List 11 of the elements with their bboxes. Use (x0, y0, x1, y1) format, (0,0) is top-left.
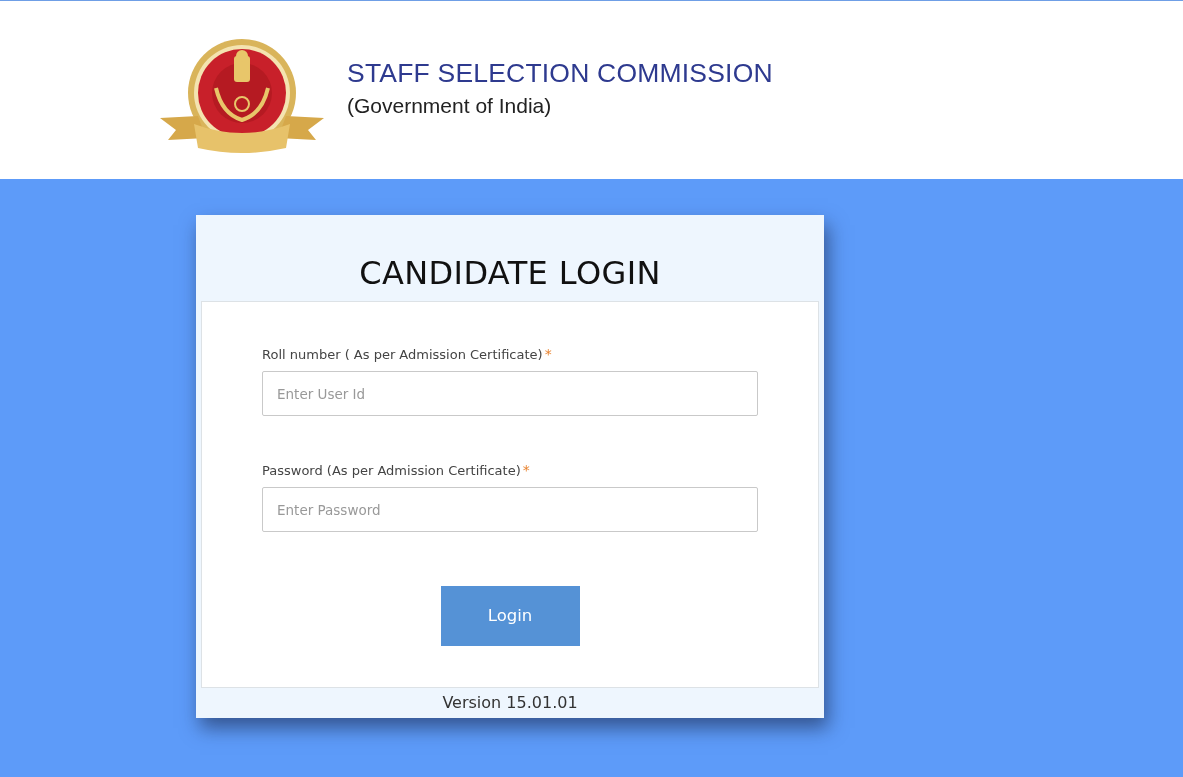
login-title: CANDIDATE LOGIN (358, 253, 662, 294)
input-field[interactable]: Enter Password (262, 487, 758, 532)
required-mark: * (544, 346, 552, 362)
required-mark: * (522, 462, 530, 478)
organization-title: STAFF SELECTION COMMISSION (347, 60, 773, 87)
input-field[interactable]: Enter User Id (262, 371, 758, 416)
login-button[interactable]: Login (440, 586, 580, 646)
organization-subtitle: (Government of India) (347, 94, 553, 116)
field-label: Password (As per Admission Certificate) (262, 462, 521, 480)
version-text: Version 15.01.01 (441, 692, 579, 714)
field-label: Roll number ( As per Admission Certificate) (262, 346, 543, 364)
